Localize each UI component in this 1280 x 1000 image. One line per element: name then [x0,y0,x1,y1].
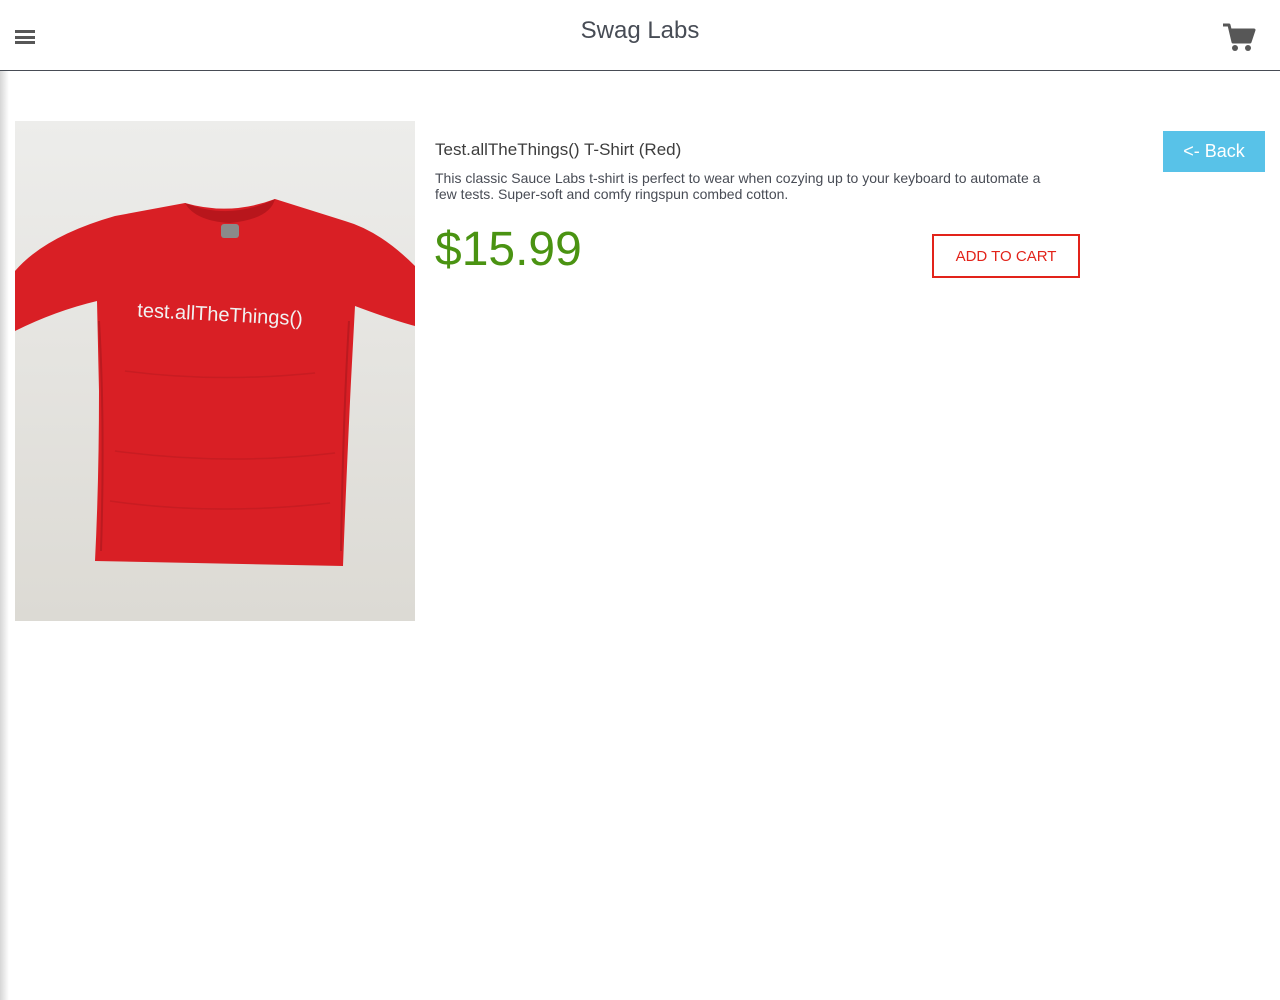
product-description: This classic Sauce Labs t-shirt is perfe… [435,170,1041,202]
product-details: Test.allTheThings() T-Shirt (Red) This c… [435,140,1085,202]
add-to-cart-button[interactable]: ADD TO CART [932,234,1080,278]
shopping-cart-icon[interactable] [1222,23,1256,53]
product-image: test.allTheThings() [15,121,415,621]
app-title: Swag Labs [580,17,700,44]
header-bar: Swag Labs [0,0,1280,71]
back-button[interactable]: <- Back [1163,131,1265,172]
product-name: Test.allTheThings() T-Shirt (Red) [435,140,682,159]
left-edge-shadow [0,0,9,1000]
product-price: $15.99 [435,223,582,276]
